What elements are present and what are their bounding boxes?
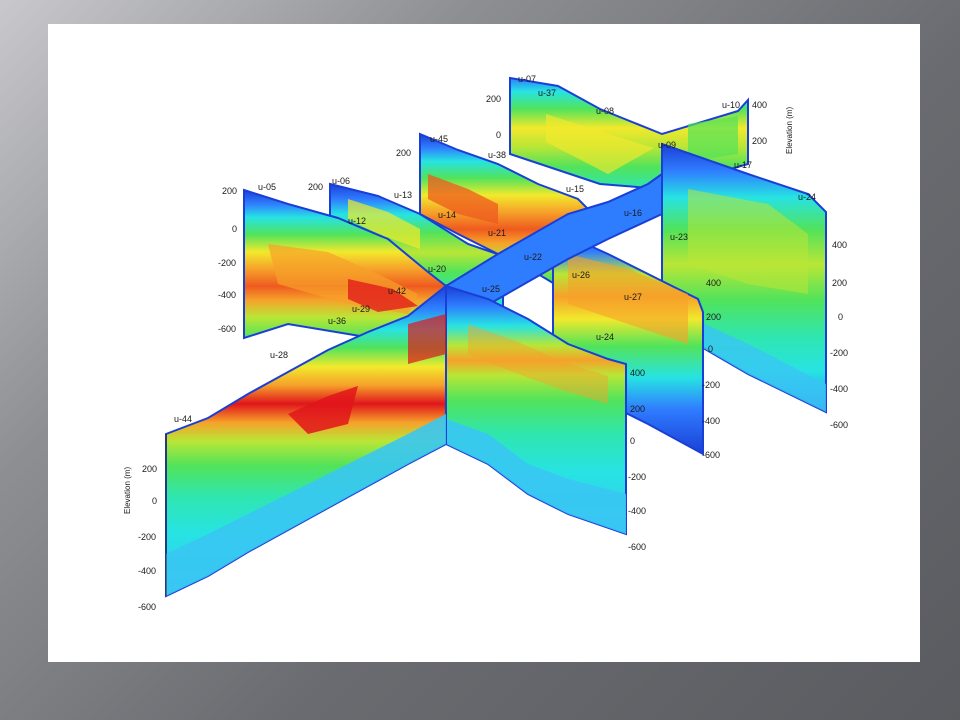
station-label: u-38	[488, 150, 506, 160]
station-label: u-13	[394, 190, 412, 200]
station-label: u-06	[332, 176, 350, 186]
tick-label: -200	[628, 472, 646, 482]
tick-label: -400	[218, 290, 236, 300]
tick-label: 0	[838, 312, 843, 322]
station-label: u-20	[428, 264, 446, 274]
front-left-section-panel	[165, 283, 447, 598]
tick-label: -600	[830, 420, 848, 430]
tick-label: 200	[396, 148, 411, 158]
tick-label: 400	[706, 278, 721, 288]
station-label: u-08	[596, 106, 614, 116]
tick-label: 200	[752, 136, 767, 146]
tick-label: 0	[232, 224, 237, 234]
mid-panel-axis: 200	[308, 182, 323, 192]
station-label: u-29	[352, 304, 370, 314]
tick-label: -400	[702, 416, 720, 426]
station-label: u-15	[566, 184, 584, 194]
station-label: u-07	[518, 74, 536, 84]
tick-label: -400	[628, 506, 646, 516]
tick-label: -600	[218, 324, 236, 334]
tick-label: -200	[218, 258, 236, 268]
tick-label: -600	[702, 450, 720, 460]
station-label: u-44	[174, 414, 192, 424]
back-right-axis: 400 200 Elevation (m)	[752, 100, 794, 154]
station-label: u-36	[328, 316, 346, 326]
tick-label: 200	[630, 404, 645, 414]
station-label: u-10	[722, 100, 740, 110]
station-label: u-23	[670, 232, 688, 242]
station-label: u-45	[430, 134, 448, 144]
fence-diagram: 200 0 -200 -400 -600 Elevation (m) 400 2…	[123, 74, 848, 612]
tick-label: 0	[152, 496, 157, 506]
station-label: u-28	[270, 350, 288, 360]
tick-label: 200	[308, 182, 323, 192]
tick-label: 200	[222, 186, 237, 196]
tick-label: 400	[630, 368, 645, 378]
axis-title-left: Elevation (m)	[123, 467, 132, 514]
tick-label: 0	[496, 130, 501, 140]
tick-label: 200	[706, 312, 721, 322]
tick-label: -600	[138, 602, 156, 612]
station-label: u-24	[798, 192, 816, 202]
station-label: u-12	[348, 216, 366, 226]
station-label: u-26	[572, 270, 590, 280]
station-label: u-22	[524, 252, 542, 262]
station-label: u-37	[538, 88, 556, 98]
tick-label: 200	[832, 278, 847, 288]
tick-label: -200	[830, 348, 848, 358]
station-label: u-21	[488, 228, 506, 238]
tick-label: -200	[138, 532, 156, 542]
front-left-axis: 200 0 -200 -400 -600 Elevation (m)	[123, 434, 167, 612]
tick-label: 200	[142, 464, 157, 474]
tick-label: 0	[630, 436, 635, 446]
left-panel-axis: 200 0 -200 -400 -600	[218, 186, 237, 334]
tick-label: 400	[832, 240, 847, 250]
tick-label: -400	[138, 566, 156, 576]
station-label: u-42	[388, 286, 406, 296]
station-label: u-24	[596, 332, 614, 342]
tick-label: 0	[708, 344, 713, 354]
tick-label: -600	[628, 542, 646, 552]
station-label: u-25	[482, 284, 500, 294]
tick-label: 200	[486, 94, 501, 104]
tick-label: 400	[752, 100, 767, 110]
axis-title-right: Elevation (m)	[785, 107, 794, 154]
tick-label: -400	[830, 384, 848, 394]
station-label: u-09	[658, 140, 676, 150]
station-label: u-17	[734, 160, 752, 170]
station-label: u-27	[624, 292, 642, 302]
station-label: u-14	[438, 210, 456, 220]
figure-frame: 200 0 -200 -400 -600 Elevation (m) 400 2…	[48, 24, 920, 662]
station-label: u-16	[624, 208, 642, 218]
right-panel-axis: 400 200 0 -200 -400 -600	[830, 240, 848, 430]
station-label: u-05	[258, 182, 276, 192]
tick-label: -200	[702, 380, 720, 390]
